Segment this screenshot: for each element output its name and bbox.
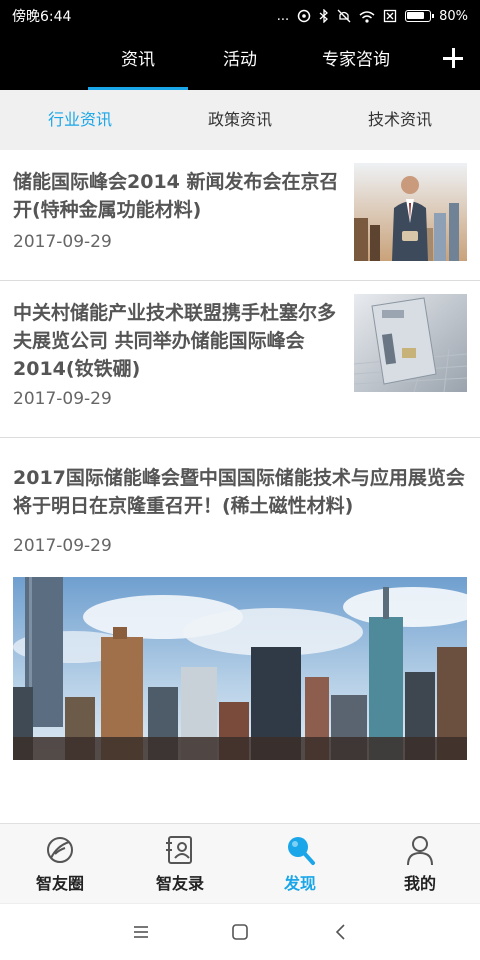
tab-news[interactable]: 资讯 [88,32,188,90]
system-nav-bar [0,903,480,960]
friend-circle-icon [47,837,73,863]
bnav-label: 我的 [403,874,436,893]
news-date: 2017-09-29 [13,389,112,409]
news-title[interactable]: 中关村储能产业技术联盟携手杜塞尔多夫展览公司 共同举办储能国际峰会2014(钕铁… [13,299,343,383]
more-dots-icon: ... [276,8,290,24]
no-sim-icon [383,9,397,23]
status-time: 傍晚6:44 [12,9,72,25]
bnav-mine[interactable]: 我的 [360,824,480,903]
tab-expert-consult[interactable]: 专家咨询 [300,32,412,90]
battery-percent: 80% [439,8,468,24]
back-icon[interactable] [330,921,352,943]
businessman-city-thumbnail[interactable] [354,163,467,261]
top-nav: 资讯 活动 专家咨询 [0,32,480,90]
bnav-label: 发现 [283,874,316,893]
mute-bell-icon [337,9,351,23]
news-list: 储能国际峰会2014 新闻发布会在京召开(特种金属功能材料) 2017-09-2… [0,150,480,823]
status-bar: 傍晚6:44 ... 80% [0,0,480,32]
news-item[interactable]: 2017国际储能峰会暨中国国际储能技术与应用展览会将于明日在京隆重召开！(稀土磁… [0,438,480,823]
status-icons: ... 80% [277,9,468,24]
contacts-icon [166,836,192,864]
search-icon [288,837,315,865]
hotspot-icon [297,9,311,23]
battery-icon [405,10,435,22]
bnav-label: 智友录 [155,874,204,893]
person-icon [407,836,433,866]
subtab-policy-news[interactable]: 政策资讯 [160,90,320,150]
news-item[interactable]: 中关村储能产业技术联盟携手杜塞尔多夫展览公司 共同举办储能国际峰会2014(钕铁… [0,281,480,438]
home-icon[interactable] [229,921,251,943]
city-skyline-banner[interactable] [13,577,467,760]
sub-tabs: 行业资讯 政策资讯 技术资讯 [0,90,480,150]
plus-icon[interactable] [442,47,464,69]
bnav-label: 智友圈 [35,874,84,893]
news-date: 2017-09-29 [13,232,112,252]
bottom-nav: 智友圈 智友录 发现 我的 [0,823,480,903]
bnav-discover[interactable]: 发现 [240,824,360,903]
menu-icon[interactable] [130,921,152,943]
subtab-industry-news[interactable]: 行业资讯 [0,90,160,150]
subtab-tech-news[interactable]: 技术资讯 [320,90,480,150]
bnav-contacts[interactable]: 智友录 [120,824,240,903]
wifi-icon [359,10,375,23]
news-title[interactable]: 储能国际峰会2014 新闻发布会在京召开(特种金属功能材料) [13,168,343,224]
bnav-friend-circle[interactable]: 智友圈 [0,824,120,903]
bluetooth-icon [319,9,329,23]
tab-activities[interactable]: 活动 [200,32,280,90]
news-item[interactable]: 储能国际峰会2014 新闻发布会在京召开(特种金属功能材料) 2017-09-2… [0,150,480,281]
credit-card-thumbnail[interactable] [354,294,467,392]
news-date: 2017-09-29 [13,536,112,556]
news-title[interactable]: 2017国际储能峰会暨中国国际储能技术与应用展览会将于明日在京隆重召开！(稀土磁… [13,464,475,520]
